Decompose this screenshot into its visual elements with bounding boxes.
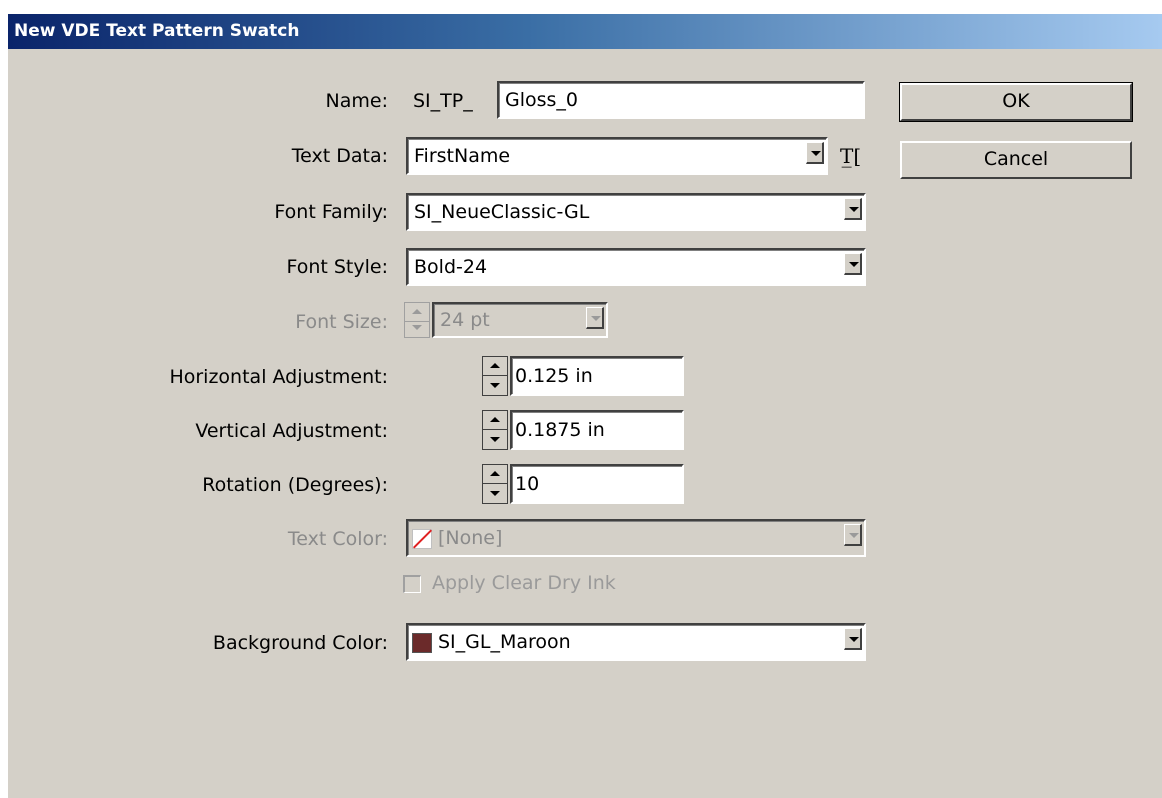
- apply-clear-dry-ink-label: Apply Clear Dry Ink: [432, 572, 616, 594]
- name-value: Gloss_0: [505, 89, 579, 111]
- font-family-label: Font Family:: [274, 201, 388, 223]
- stepper-up-icon[interactable]: [483, 357, 507, 376]
- text-data-value: FirstName: [414, 145, 511, 167]
- rotation-value: 10: [515, 473, 540, 495]
- font-size-value: 24 pt: [440, 309, 490, 331]
- stepper-down-icon[interactable]: [483, 485, 507, 503]
- ok-button[interactable]: OK: [899, 82, 1133, 122]
- dialog-window: New VDE Text Pattern Swatch Name: SI_TP_…: [8, 14, 1162, 798]
- stepper-down-icon[interactable]: [483, 431, 507, 449]
- background-color-label: Background Color:: [212, 632, 388, 654]
- chevron-down-icon[interactable]: [806, 142, 824, 164]
- vertical-adjustment-value: 0.1875 in: [515, 419, 605, 441]
- no-color-swatch-icon: [412, 529, 432, 549]
- font-family-dropdown[interactable]: SI_NeueClassic-GL: [406, 193, 866, 231]
- stepper-up-icon[interactable]: [483, 411, 507, 430]
- name-input[interactable]: Gloss_0: [497, 81, 865, 119]
- vertical-adjustment-label: Vertical Adjustment:: [195, 420, 388, 442]
- font-size-dropdown[interactable]: 24 pt: [432, 302, 608, 338]
- text-color-label: Text Color:: [287, 528, 388, 550]
- stepper-up-icon[interactable]: [483, 465, 507, 484]
- horizontal-adjustment-stepper[interactable]: [482, 356, 508, 396]
- font-size-stepper[interactable]: [404, 302, 430, 338]
- rotation-input[interactable]: 10: [510, 464, 684, 504]
- text-color-dropdown[interactable]: [None]: [406, 519, 866, 557]
- horizontal-adjustment-label: Horizontal Adjustment:: [169, 366, 388, 388]
- title-bar[interactable]: New VDE Text Pattern Swatch: [8, 14, 1162, 49]
- text-color-value: [None]: [438, 527, 503, 549]
- chevron-down-icon[interactable]: [844, 198, 862, 220]
- chevron-down-icon[interactable]: [844, 253, 862, 275]
- window-title: New VDE Text Pattern Swatch: [14, 21, 300, 41]
- horizontal-adjustment-value: 0.125 in: [515, 365, 593, 387]
- rotation-label: Rotation (Degrees):: [202, 474, 388, 496]
- background-color-dropdown[interactable]: SI_GL_Maroon: [406, 623, 866, 661]
- cancel-button[interactable]: Cancel: [900, 141, 1132, 179]
- font-family-value: SI_NeueClassic-GL: [414, 201, 590, 223]
- text-insert-icon[interactable]: T̲[: [840, 144, 861, 168]
- vertical-adjustment-input[interactable]: 0.1875 in: [510, 410, 684, 450]
- horizontal-adjustment-input[interactable]: 0.125 in: [510, 356, 684, 396]
- apply-clear-dry-ink-checkbox[interactable]: [403, 575, 421, 593]
- name-label: Name:: [325, 90, 388, 112]
- font-style-value: Bold-24: [414, 256, 488, 278]
- stepper-down-icon[interactable]: [483, 377, 507, 395]
- chevron-down-icon[interactable]: [844, 524, 862, 546]
- font-style-dropdown[interactable]: Bold-24: [406, 248, 866, 286]
- rotation-stepper[interactable]: [482, 464, 508, 504]
- name-prefix: SI_TP_: [413, 90, 473, 112]
- font-style-label: Font Style:: [286, 256, 388, 278]
- text-data-dropdown[interactable]: FirstName: [406, 137, 828, 175]
- text-data-label: Text Data:: [291, 145, 388, 167]
- font-size-label: Font Size:: [295, 311, 388, 333]
- vertical-adjustment-stepper[interactable]: [482, 410, 508, 450]
- stepper-down-icon[interactable]: [405, 319, 429, 337]
- chevron-down-icon[interactable]: [586, 307, 604, 329]
- color-swatch-icon: [412, 633, 432, 653]
- chevron-down-icon[interactable]: [844, 628, 862, 650]
- background-color-value: SI_GL_Maroon: [438, 631, 571, 653]
